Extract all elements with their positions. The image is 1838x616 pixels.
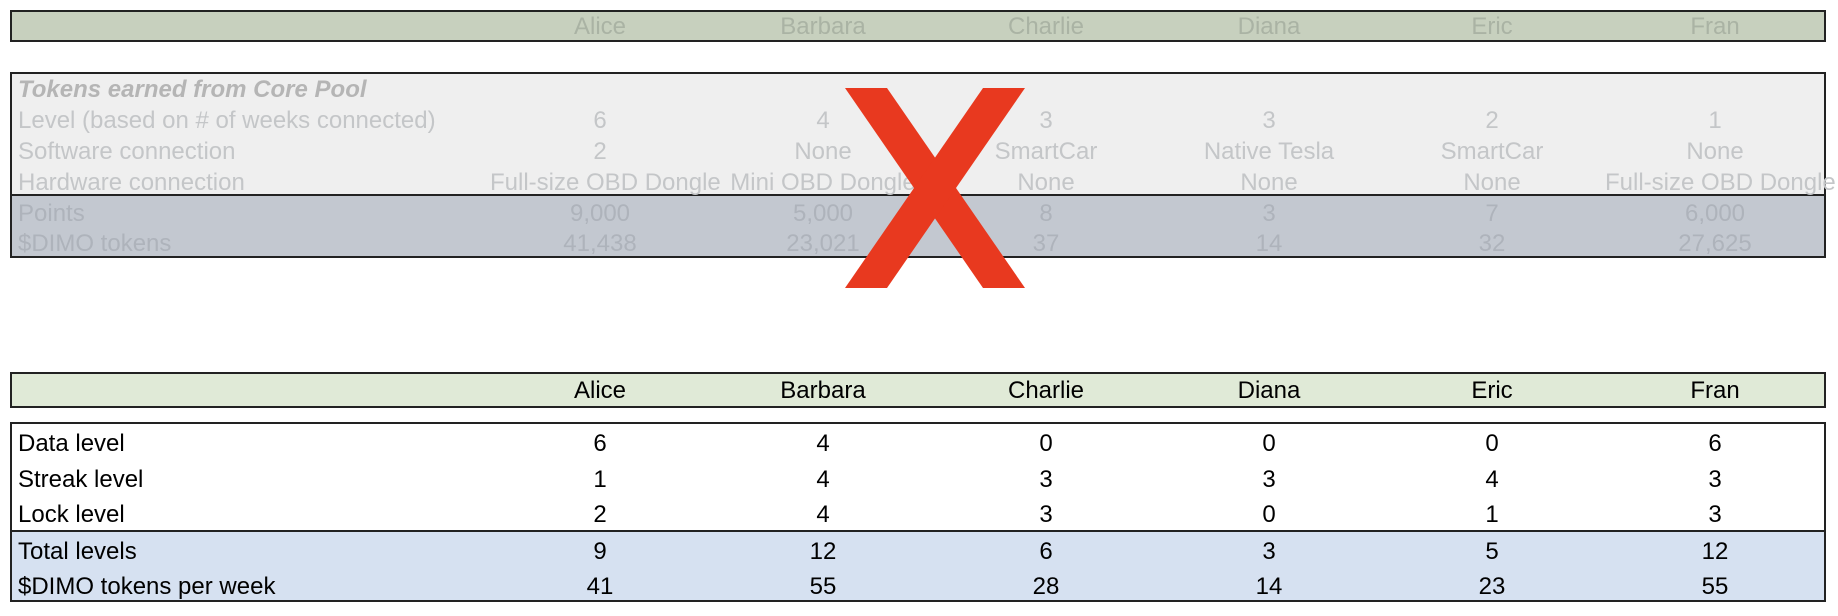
cell: 3	[1708, 466, 1722, 493]
old-col-header: Charlie	[1007, 13, 1085, 40]
cell: 14	[1255, 573, 1283, 600]
cell: 1	[593, 466, 607, 493]
col-header-barbara: Barbara	[780, 377, 866, 404]
cell: 6	[1039, 538, 1053, 565]
row-label: $DIMO tokens per week	[18, 573, 276, 600]
old-header-row: Alice Barbara Charlie Diana Eric Fran	[10, 9, 1826, 45]
row-label: Streak level	[18, 466, 144, 493]
cell: 12	[809, 538, 837, 565]
cell: 0	[1262, 430, 1276, 457]
col-header-fran: Fran	[1690, 377, 1740, 404]
cell: 6	[1708, 430, 1722, 457]
row-label: Lock level	[18, 501, 125, 528]
cell: 1	[1485, 501, 1499, 528]
old-col-header: Eric	[1471, 13, 1513, 40]
cell: 12	[1701, 538, 1729, 565]
cell: 4	[816, 430, 830, 457]
cell: 3	[1262, 538, 1276, 565]
old-col-header: Diana	[1237, 13, 1301, 40]
cell: 0	[1039, 430, 1053, 457]
old-col-header: Fran	[1690, 13, 1740, 40]
row-total-levels: Total levels 9 12 6 3 5 12	[10, 534, 1826, 570]
cell: 41,438	[563, 230, 637, 257]
cell: 3	[1262, 466, 1276, 493]
row-label: Total levels	[18, 538, 137, 565]
cell: 5	[1485, 538, 1499, 565]
cell: 3	[1708, 501, 1722, 528]
cell: 55	[809, 573, 837, 600]
cell: 2	[593, 501, 607, 528]
new-header-row: Alice Barbara Charlie Diana Eric Fran	[10, 373, 1826, 409]
cell: 6	[593, 430, 607, 457]
cell: 14	[1255, 230, 1283, 257]
old-col-header: Barbara	[780, 13, 866, 40]
row-lock-level: Lock level 2 4 3 0 1 3	[10, 497, 1826, 533]
x-mark-icon	[845, 88, 1025, 288]
row-data-level: Data level 6 4 0 0 0 6	[10, 426, 1826, 462]
row-streak-level: Streak level 1 4 3 3 4 3	[10, 462, 1826, 498]
col-header-eric: Eric	[1471, 377, 1513, 404]
old-col-header: Alice	[573, 13, 627, 40]
col-header-diana: Diana	[1237, 377, 1301, 404]
cell: 41	[586, 573, 614, 600]
row-label: Data level	[18, 430, 125, 457]
cell: 4	[1485, 466, 1499, 493]
col-header-charlie: Charlie	[1007, 377, 1085, 404]
cell: 4	[816, 501, 830, 528]
row-label: $DIMO tokens	[18, 230, 172, 257]
cell: 23	[1478, 573, 1506, 600]
row-tokens-per-week: $DIMO tokens per week 41 55 28 14 23 55	[10, 569, 1826, 605]
col-header-alice: Alice	[573, 377, 627, 404]
cell: 3	[1039, 501, 1053, 528]
cell: 9	[593, 538, 607, 565]
cell: 32	[1478, 230, 1506, 257]
cell: 28	[1032, 573, 1060, 600]
cell: 3	[1039, 466, 1053, 493]
cell: 4	[816, 466, 830, 493]
cell: 0	[1262, 501, 1276, 528]
cell: 27,625	[1678, 230, 1752, 257]
cell: 55	[1701, 573, 1729, 600]
cell: 0	[1485, 430, 1499, 457]
